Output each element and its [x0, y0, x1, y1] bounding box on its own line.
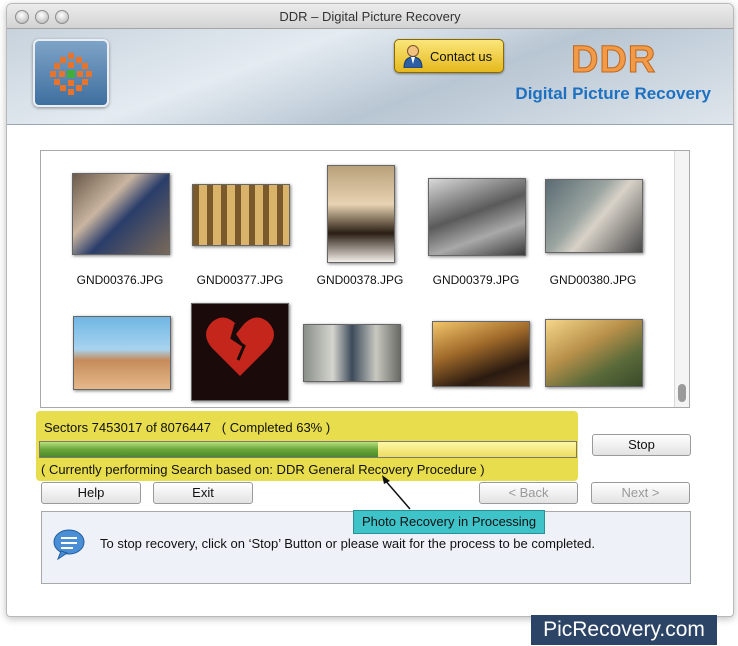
photo-thumbnail[interactable]: [73, 316, 171, 390]
thumbnail-filename: GND00380.JPG: [549, 273, 637, 287]
info-message: To stop recovery, click on ‘Stop’ Button…: [100, 536, 595, 551]
photo-thumbnail[interactable]: [327, 165, 395, 263]
progress-section: Sectors 7453017 of 8076447 ( Completed 6…: [36, 411, 578, 481]
thumbnail-filename: GND00376.JPG: [76, 273, 164, 287]
thumbnail-filename: GND00378.JPG: [316, 273, 404, 287]
watermark-label: PicRecovery.com: [531, 615, 717, 645]
thumbnail-filename: GND00377.JPG: [196, 273, 284, 287]
exit-button[interactable]: Exit: [153, 482, 253, 504]
processing-callout: Photo Recovery in Processing: [353, 510, 546, 534]
photo-thumbnail[interactable]: [432, 321, 530, 387]
person-icon: [403, 45, 423, 68]
photo-thumbnail[interactable]: [192, 184, 290, 246]
next-button[interactable]: Next >: [591, 482, 690, 504]
app-header: Contact us DDR Digital Picture Recovery: [7, 29, 733, 125]
photo-thumbnail[interactable]: [428, 178, 526, 256]
photo-thumbnail[interactable]: [303, 324, 401, 382]
app-logo: [33, 39, 109, 107]
window-title: DDR – Digital Picture Recovery: [279, 9, 461, 24]
scrollbar-thumb[interactable]: [678, 384, 686, 402]
broken-heart-image: [206, 317, 274, 376]
help-button[interactable]: Help: [41, 482, 141, 504]
photo-thumbnail[interactable]: [72, 173, 170, 255]
recovery-progress-bar: [39, 441, 577, 458]
progress-bar-fill: [40, 442, 378, 457]
photo-thumbnail[interactable]: [545, 179, 643, 253]
back-button[interactable]: < Back: [479, 482, 578, 504]
thumbnail-filename: GND00379.JPG: [432, 273, 520, 287]
photo-thumbnail[interactable]: [191, 303, 289, 401]
stop-button[interactable]: Stop: [592, 434, 691, 456]
vertical-scrollbar[interactable]: [674, 151, 689, 407]
contact-us-button[interactable]: Contact us: [394, 39, 504, 73]
contact-us-label: Contact us: [430, 49, 493, 64]
ddr-logo-icon: [50, 53, 92, 95]
photo-thumbnail[interactable]: [545, 319, 643, 387]
speech-bubble-icon: [53, 529, 85, 560]
brand-logo-text: DDR: [570, 39, 657, 82]
recovered-photos-panel[interactable]: GND00376.JPG GND00377.JPG GND00378.JPG G…: [40, 150, 690, 408]
sectors-progress-text: Sectors 7453017 of 8076447 ( Completed 6…: [44, 420, 331, 435]
title-bar: DDR – Digital Picture Recovery: [7, 4, 733, 29]
app-subtitle: Digital Picture Recovery: [515, 84, 711, 103]
